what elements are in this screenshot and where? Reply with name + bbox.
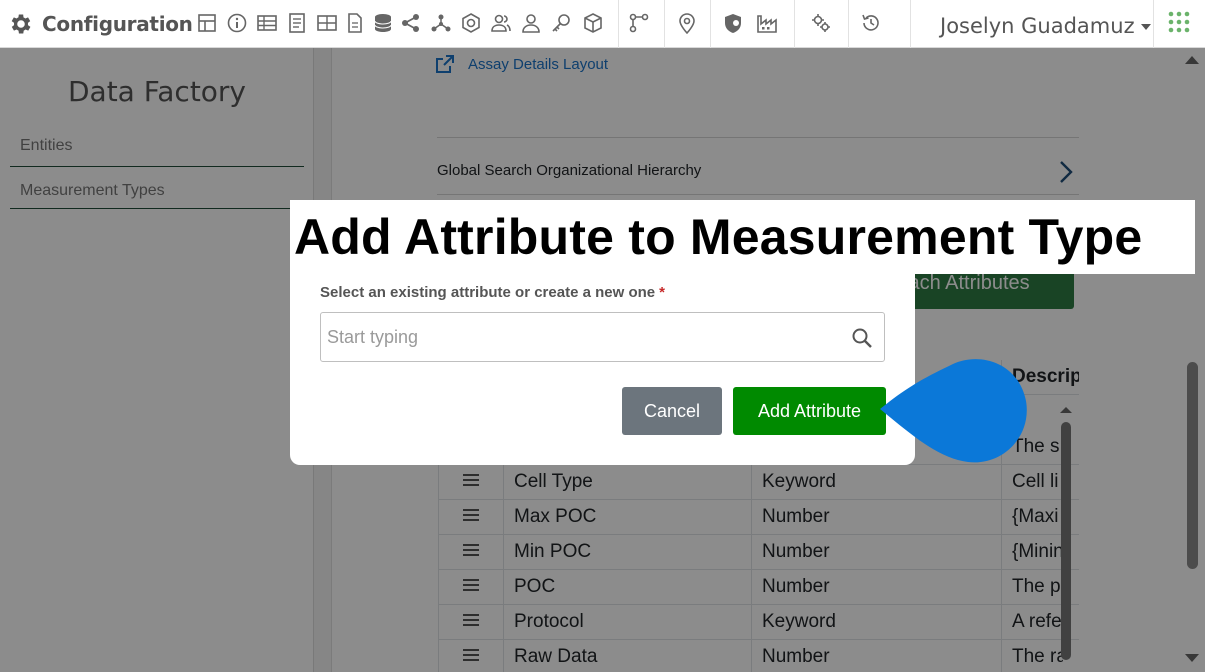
cancel-button[interactable]: Cancel	[622, 387, 722, 435]
dialog-title-banner: Add Attribute to Measurement Type	[290, 200, 1195, 274]
toolbar-divider	[710, 0, 711, 48]
add-attribute-button[interactable]: Add Attribute	[733, 387, 886, 435]
caret-down-icon	[1140, 24, 1151, 30]
factory-icon[interactable]	[756, 12, 778, 34]
history-icon[interactable]	[860, 12, 882, 34]
attribute-search-input[interactable]	[327, 323, 827, 351]
brand[interactable]: Configuration	[8, 10, 193, 38]
search-icon[interactable]	[851, 327, 873, 349]
file-icon[interactable]	[344, 12, 366, 34]
gear-icon	[11, 14, 31, 34]
document-icon[interactable]	[286, 12, 308, 34]
user-name: Joselyn Guadamuz	[940, 14, 1135, 38]
user-menu[interactable]: Joselyn Guadamuz	[940, 14, 1151, 38]
attribute-search-box[interactable]	[320, 312, 885, 362]
settings-icon[interactable]	[810, 12, 832, 34]
toolbar-divider	[848, 0, 849, 48]
pointer-callout-icon	[880, 359, 1027, 463]
toolbar-divider	[618, 0, 619, 48]
cube-icon[interactable]	[582, 12, 604, 34]
app-title: Configuration	[42, 12, 193, 36]
location-pin-icon[interactable]	[676, 12, 698, 34]
toolbar-divider	[794, 0, 795, 48]
toolbar-divider	[910, 0, 911, 48]
attribute-field-label-text: Select an existing attribute or create a…	[320, 284, 656, 301]
users-icon[interactable]	[490, 12, 512, 34]
toolbar-divider	[664, 0, 665, 48]
layout-icon[interactable]	[196, 12, 218, 34]
apps-grid-icon[interactable]	[1167, 10, 1191, 34]
required-asterisk: *	[659, 284, 665, 301]
top-bar: Configuration Joselyn Guadamuz	[0, 0, 1205, 48]
user-icon[interactable]	[520, 12, 542, 34]
network-icon[interactable]	[430, 12, 452, 34]
grid-icon[interactable]	[316, 12, 338, 34]
attribute-field-label: Select an existing attribute or create a…	[320, 284, 665, 301]
share-icon[interactable]	[400, 12, 422, 34]
dialog-title: Add Attribute to Measurement Type	[294, 209, 1143, 265]
database-icon[interactable]	[372, 12, 394, 34]
info-icon[interactable]	[226, 12, 248, 34]
hexagon-icon[interactable]	[460, 12, 482, 34]
table-icon[interactable]	[256, 12, 278, 34]
shield-icon[interactable]	[722, 12, 744, 34]
toolbar-divider	[1153, 0, 1154, 48]
key-icon[interactable]	[550, 12, 572, 34]
branch-icon[interactable]	[628, 12, 650, 34]
